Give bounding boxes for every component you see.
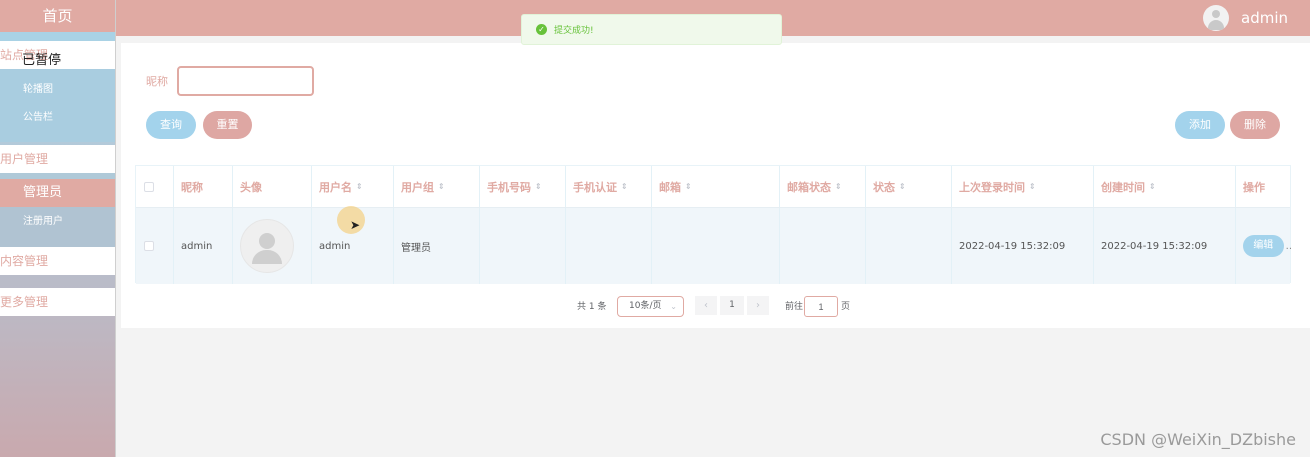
page-size-value: 10条/页: [629, 301, 662, 311]
add-button[interactable]: 添加: [1175, 111, 1225, 139]
prev-page-button[interactable]: ‹: [695, 296, 717, 315]
pagination-total: 共 1 条: [577, 302, 607, 312]
sidebar-divider: [0, 32, 115, 41]
header-label: 上次登录时间: [959, 180, 1025, 194]
sort-icon[interactable]: ⇕: [356, 182, 363, 191]
sidebar-group-user[interactable]: 用户管理: [0, 145, 115, 173]
header-actions: 操作: [1243, 180, 1265, 194]
next-page-button[interactable]: ›: [747, 296, 769, 315]
sidebar-item-registered-users[interactable]: 注册用户: [0, 207, 115, 247]
cell-email-status: [780, 208, 866, 284]
goto-label: 前往: [785, 302, 804, 312]
header-label: 状态: [873, 180, 895, 194]
sidebar-item-carousel[interactable]: 轮播图: [0, 76, 115, 104]
success-check-icon: ✓: [536, 24, 547, 35]
cell-last-login: 2022-04-19 15:32:09: [952, 208, 1094, 284]
header-nickname: 昵称: [174, 166, 233, 207]
user-menu[interactable]: admin: [1203, 3, 1288, 33]
cell-phone-verified: [566, 208, 652, 284]
cell-avatar: [233, 208, 312, 284]
nickname-search-input[interactable]: [177, 66, 314, 96]
success-toast: ✓ 提交成功!: [521, 14, 782, 45]
table-header: 昵称 头像 用户名 ⇕ 用户组 ⇕ 手机号码 ⇕ 手机认证 ⇕ 邮箱 ⇕ 邮箱状态 ⇕ 状态…: [136, 166, 1290, 208]
page-number-1[interactable]: 1: [720, 296, 744, 315]
sidebar-group-content[interactable]: 内容管理: [0, 247, 115, 275]
search-label: 昵称: [146, 75, 168, 88]
cell-nickname: admin: [174, 208, 233, 284]
sort-icon[interactable]: ⇕: [535, 182, 542, 191]
toast-message: 提交成功!: [554, 26, 594, 36]
header-label: 邮箱: [659, 180, 681, 194]
username: admin: [1241, 9, 1288, 27]
chevron-down-icon: ⌄: [670, 302, 677, 311]
table-row[interactable]: admin admin 管理员 2022-04-19 15:32:09 2022…: [136, 208, 1292, 284]
sort-icon[interactable]: ⇕: [685, 182, 692, 191]
admin-table: 昵称 头像 用户名 ⇕ 用户组 ⇕ 手机号码 ⇕ 手机认证 ⇕ 邮箱 ⇕ 邮箱状态 ⇕ 状态…: [135, 165, 1292, 284]
sidebar-item-admin[interactable]: 管理员: [0, 179, 115, 207]
header-phone-verified[interactable]: 手机认证 ⇕: [566, 166, 652, 207]
sidebar: 首页 站点管理 已暂停 轮播图 公告栏 用户管理 管理员 注册用户 内容管理 更…: [0, 0, 116, 457]
sort-icon[interactable]: ⇕: [835, 182, 842, 191]
edit-button[interactable]: 编辑: [1243, 235, 1284, 257]
watermark: CSDN @WeiXin_DZbishe: [1100, 430, 1296, 449]
sidebar-item-notice[interactable]: 公告栏: [0, 104, 115, 132]
row-select-cell[interactable]: [136, 208, 174, 284]
header-label: 邮箱状态: [787, 180, 831, 194]
sort-icon[interactable]: ⇕: [1149, 182, 1156, 191]
sort-icon[interactable]: ⇕: [899, 182, 906, 191]
cell-email: [652, 208, 780, 284]
user-avatar-icon: [1203, 5, 1229, 31]
cell-actions: 编辑 ..: [1236, 208, 1292, 284]
header-phone[interactable]: 手机号码 ⇕: [480, 166, 566, 207]
sort-icon[interactable]: ⇕: [1029, 182, 1036, 191]
cell-phone: [480, 208, 566, 284]
sidebar-group-more[interactable]: 更多管理: [0, 288, 115, 316]
header-label: 手机号码: [487, 180, 531, 194]
select-all-checkbox[interactable]: [144, 181, 154, 192]
header-label: 手机认证: [573, 180, 617, 194]
row-checkbox[interactable]: [144, 241, 154, 251]
header-label: 创建时间: [1101, 180, 1145, 194]
header-label: 用户名: [319, 180, 352, 194]
cell-created: 2022-04-19 15:32:09: [1094, 208, 1236, 284]
header-username[interactable]: 用户名 ⇕: [312, 166, 394, 207]
overlay-paused-text: 已暂停: [22, 53, 62, 68]
more-actions[interactable]: ..: [1286, 241, 1292, 252]
header-email-status[interactable]: 邮箱状态 ⇕: [780, 166, 866, 207]
page-suffix: 页: [841, 302, 851, 312]
sort-icon[interactable]: ⇕: [621, 182, 628, 191]
sidebar-divider: [0, 275, 115, 288]
header-group[interactable]: 用户组 ⇕: [394, 166, 480, 207]
mouse-pointer-icon: ➤: [350, 218, 361, 232]
delete-button[interactable]: 删除: [1230, 111, 1280, 139]
header-last-login[interactable]: 上次登录时间 ⇕: [952, 166, 1094, 207]
sidebar-submenu-site: 轮播图 公告栏: [0, 69, 115, 142]
page-size-select[interactable]: 10条/页 ⌄: [617, 296, 684, 317]
cell-status: [866, 208, 952, 284]
query-button[interactable]: 查询: [146, 111, 196, 139]
header-status[interactable]: 状态 ⇕: [866, 166, 952, 207]
sidebar-home[interactable]: 首页: [0, 0, 115, 32]
cell-group: 管理员: [394, 208, 480, 284]
sidebar-group-site[interactable]: 站点管理 已暂停: [0, 41, 115, 69]
sort-icon[interactable]: ⇕: [438, 182, 445, 191]
header-created[interactable]: 创建时间 ⇕: [1094, 166, 1236, 207]
reset-button[interactable]: 重置: [203, 111, 252, 139]
header-label: 用户组: [401, 180, 434, 194]
header-avatar: 头像: [233, 166, 312, 207]
user-avatar-icon: [240, 219, 294, 273]
header-email[interactable]: 邮箱 ⇕: [652, 166, 780, 207]
select-all-cell[interactable]: [136, 166, 174, 207]
goto-page-input[interactable]: [804, 296, 838, 317]
